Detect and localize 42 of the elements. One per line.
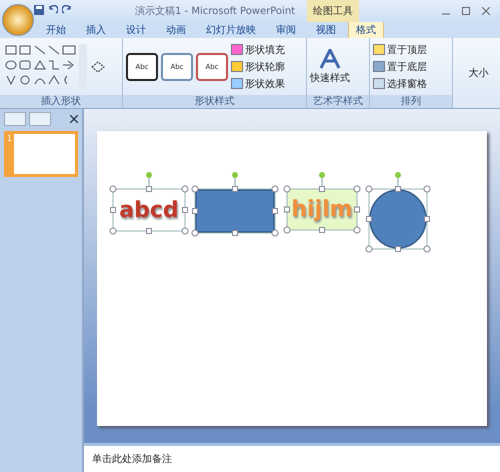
wordart-text: abcd: [119, 198, 179, 222]
context-tab-title: 绘图工具: [307, 0, 360, 22]
wordart-text: hijlm: [287, 189, 357, 230]
ribbon-command[interactable]: 置于顶层: [373, 42, 427, 56]
ribbon-command[interactable]: 形状填充: [231, 42, 285, 56]
letter-a-icon: [319, 48, 341, 68]
ribbon-tab[interactable]: 开始: [38, 21, 74, 38]
ribbon-tab[interactable]: 插入: [78, 21, 114, 38]
close-icon[interactable]: [482, 7, 490, 15]
shape-gallery-drawing[interactable]: [3, 42, 88, 90]
ribbon-command[interactable]: 置于底层: [373, 60, 427, 74]
ribbon-command[interactable]: 形状轮廓: [231, 60, 285, 74]
undo-icon[interactable]: [48, 5, 58, 15]
group-label: 插入形状: [0, 95, 122, 108]
circle-shape[interactable]: [369, 189, 427, 249]
selection-handles-icon[interactable]: [107, 169, 191, 237]
close-icon[interactable]: [70, 115, 78, 123]
selection-handles-icon[interactable]: [363, 169, 433, 255]
ribbon-tab[interactable]: 审阅: [268, 21, 304, 38]
quick-styles-button[interactable]: 快速样式: [310, 48, 350, 84]
ribbon-command[interactable]: 形状效果: [231, 76, 285, 90]
save-icon[interactable]: [34, 5, 44, 15]
notes-placeholder[interactable]: 单击此处添加备注: [84, 443, 500, 472]
group-label: 排列: [370, 95, 452, 108]
edit-shape-icon[interactable]: [91, 60, 105, 72]
ribbon-tab[interactable]: 设计: [118, 21, 154, 38]
ribbon-tab[interactable]: 幻灯片放映: [198, 21, 264, 38]
slide-canvas[interactable]: abcd hijlm: [97, 131, 487, 426]
selection-handles-icon[interactable]: [281, 169, 363, 236]
ribbon-tab[interactable]: 格式: [348, 21, 384, 38]
rectangle-shape[interactable]: [195, 189, 275, 233]
maximize-icon[interactable]: [462, 7, 470, 15]
group-label: 形状样式: [123, 95, 306, 108]
ribbon-command[interactable]: 选择窗格: [373, 76, 427, 90]
ribbon-tab[interactable]: 动画: [158, 21, 194, 38]
ribbon-tab[interactable]: 视图: [308, 21, 344, 38]
size-button[interactable]: 大小: [468, 66, 488, 80]
redo-icon[interactable]: [62, 5, 72, 15]
slide-number: 1: [7, 134, 12, 145]
window-title: 演示文稿1 - Microsoft PowerPoint: [135, 4, 296, 18]
group-label: 艺术字样式: [307, 95, 369, 108]
selection-handles-icon[interactable]: [189, 169, 281, 239]
